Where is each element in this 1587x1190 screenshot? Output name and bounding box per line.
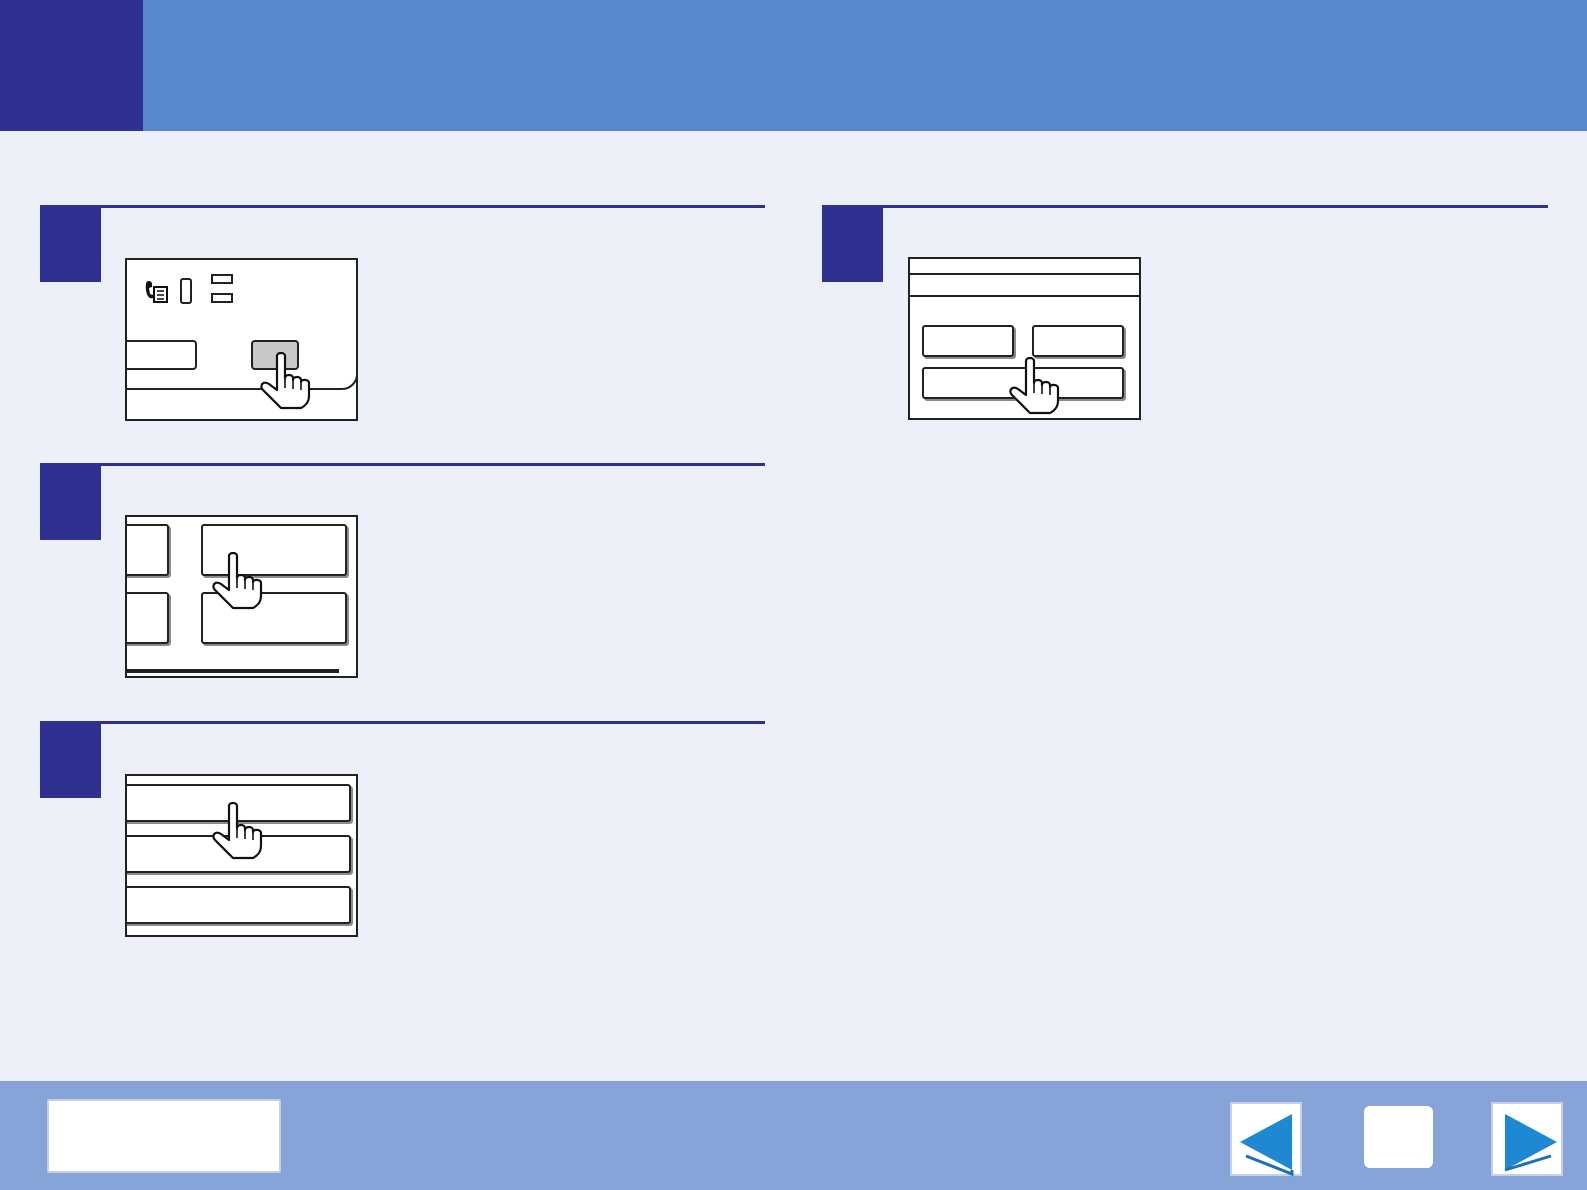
- step-1-badge: [40, 206, 101, 282]
- line-indicator: [180, 278, 192, 304]
- list-row-3: [127, 886, 351, 924]
- panel-display-key: [127, 340, 197, 370]
- mode-select-illustration: [125, 515, 358, 678]
- indicator-lamp-1: [211, 274, 233, 284]
- pointing-hand-icon: [207, 802, 269, 860]
- step-3-divider: [40, 721, 765, 724]
- list-select-illustration: [125, 774, 358, 937]
- option-button-2: [1032, 325, 1124, 357]
- step-2-badge: [40, 464, 101, 540]
- next-page-button[interactable]: [1491, 1102, 1563, 1176]
- left-arrow-icon: [1240, 1114, 1294, 1177]
- mode-button-left-bottom: [127, 592, 169, 644]
- header-accent-block: [0, 0, 143, 131]
- dialog-title-line: [910, 273, 1139, 275]
- pointing-hand-icon: [1004, 357, 1066, 415]
- pointing-hand-icon: [207, 552, 269, 610]
- step-4-divider: [822, 205, 1548, 208]
- dialog-title-line-2: [910, 295, 1139, 297]
- home-button[interactable]: [1364, 1106, 1433, 1168]
- previous-page-button[interactable]: [1230, 1102, 1302, 1177]
- setting-dialog-illustration: [908, 257, 1141, 420]
- right-arrow-icon: [1504, 1114, 1557, 1172]
- page-header: [0, 0, 1587, 131]
- pointing-hand-icon: [255, 352, 317, 410]
- control-panel-illustration: [125, 258, 358, 421]
- fax-icon: [143, 278, 169, 304]
- panel-bottom-edge: [127, 669, 339, 673]
- step-2-divider: [40, 463, 765, 466]
- step-3-badge: [40, 722, 101, 798]
- option-button-1: [922, 325, 1014, 357]
- step-1-divider: [40, 205, 765, 208]
- contents-button[interactable]: [47, 1099, 281, 1173]
- indicator-lamp-2: [211, 293, 233, 303]
- mode-button-left-top: [127, 524, 169, 576]
- step-4-badge: [822, 206, 883, 282]
